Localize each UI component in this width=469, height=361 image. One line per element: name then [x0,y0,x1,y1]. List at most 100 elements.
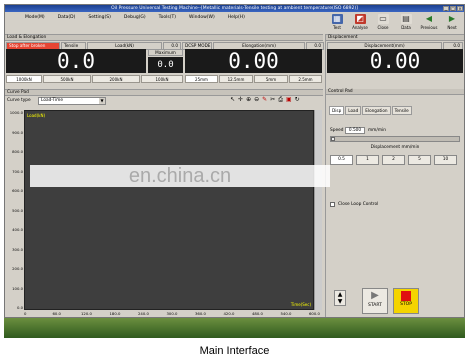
chevron-down-icon: ▼ [99,98,105,104]
disp-option-10[interactable]: 10 [434,155,457,165]
x-tick-label: 120.0 [81,311,92,316]
disp-option-5[interactable]: 5 [408,155,431,165]
y-tick-label: 1000.0 [9,110,23,115]
start-button[interactable]: ▶ START [362,288,388,314]
speed-unit: mm/min [368,128,386,133]
menu-tools[interactable]: Tools(T) [159,15,176,20]
curve-type-select[interactable]: Load-Time ▼ [38,97,106,105]
toolbar: ▦ Test ◩ Analyse ▭ Close ▤ Data ◀ Previous ▶ N… [327,12,462,34]
disp-option-2[interactable]: 2 [382,155,405,165]
up-down-arrows-icon: ▲ ▼ [337,291,343,305]
y-tick-label: 200.0 [12,266,23,271]
load-elongation-title: Load & Elongation [5,35,323,41]
toolbar-test-button[interactable]: ▦ Test [327,12,347,33]
curve-tools: ↖ ✛ ⊕ ⊖ ✎ ✂ ⎙ ▣ ↻ [230,96,300,104]
test-icon: ▦ [331,14,343,24]
elong-range-2-5[interactable]: 2.5mm [289,75,322,83]
tab-disp[interactable]: Disp [329,106,345,115]
y-tick-label: 600.0 [12,188,23,193]
cut-icon[interactable]: ✂ [270,96,275,104]
jog-button[interactable]: ▲ ▼ [334,290,346,306]
displacement-rate-label: Displacement mm/min [370,145,420,150]
y-tick-label: 500.0 [12,207,23,213]
curve-pad: Curve Pad Curve type Load-Time ▼ ↖ ✛ ⊕ ⊖… [5,89,323,317]
data-icon: ▤ [400,14,412,24]
close-loop-label: Close Loop Control [338,202,379,207]
toolbar-close-button[interactable]: ▭ Close [373,12,393,33]
play-icon: ▶ [371,290,379,301]
menu-mode[interactable]: Mode(M) [25,15,45,20]
zoom-out-icon[interactable]: ⊖ [254,96,259,104]
elong-range-25[interactable]: 25mm [185,75,218,83]
displacement-title: Displacement [326,35,464,41]
tab-elongation[interactable]: Elongation [362,106,391,115]
window-title: Oil Pressure Universal Testing Machine--… [111,6,358,11]
close-loop-checkbox[interactable] [330,202,335,207]
minimize-button[interactable]: _ [443,6,449,11]
x-tick-label: 300.0 [166,311,178,316]
analyse-icon: ◩ [354,14,366,24]
load-range-200[interactable]: 200kN [92,75,140,83]
elongation-display: 0.00 [185,49,322,73]
menu-bar: Mode(M) Data(D) Setting(S) Debug(G) Tool… [5,12,305,23]
toolbar-next-button[interactable]: ▶ Next [442,12,462,33]
y-tick-label: 100.0 [12,285,23,291]
x-tick-label: 420.0 [223,311,235,316]
tab-tensile[interactable]: Tensile [391,106,412,115]
export-icon[interactable]: ▣ [286,96,292,104]
speed-slider[interactable] [330,136,460,142]
arrow-left-icon: ◀ [425,14,433,23]
x-axis-label: Time(Sec) [290,302,311,307]
watermark: en.china.cn [30,165,330,187]
app-window: Oil Pressure Universal Testing Machine--… [4,4,465,318]
x-tick-label: 360.0 [195,311,206,316]
y-tick-label: 900.0 [12,129,23,135]
maximum-display: 0.0 [148,57,183,73]
elong-range-12-5[interactable]: 12.5mm [219,75,253,83]
menu-help[interactable]: Help(H) [228,15,245,20]
toolbar-data-button[interactable]: ▤ Data [396,12,416,33]
x-tick-label: 0 [24,311,27,316]
x-tick-label: 240.0 [138,311,149,316]
y-tick-label: 300.0 [12,246,23,252]
load-display: 0.0 [6,49,146,73]
refresh-icon[interactable]: ↻ [295,96,300,104]
displacement-display: 0.00 [327,49,463,73]
menu-window[interactable]: Window(W) [189,15,215,20]
vertical-scrollbar[interactable] [314,110,322,310]
stop-button[interactable]: STOP [393,288,419,314]
slider-thumb[interactable] [331,137,335,141]
background-grass [4,318,465,338]
pen-icon[interactable]: ✎ [262,96,267,104]
close-window-button[interactable]: × [457,6,463,11]
y-tick-label: 800.0 [12,149,23,154]
speed-label: Speed [330,128,344,133]
load-range-100[interactable]: 100kN [141,75,183,83]
load-range-500[interactable]: 500kN [43,75,91,83]
pointer-icon[interactable]: ↖ [230,96,235,104]
menu-debug[interactable]: Debug(G) [124,15,146,20]
zoom-in-icon[interactable]: ⊕ [246,96,251,104]
toolbar-previous-button[interactable]: ◀ Previous [419,12,439,33]
displacement-panel: Displacement Displacement(mm) 0.0 0.00 [325,34,464,89]
arrow-right-icon: ▶ [448,14,456,23]
tab-load[interactable]: Load [345,106,362,115]
maximize-button[interactable]: □ [450,6,456,11]
toolbar-analyse-button[interactable]: ◩ Analyse [350,12,370,33]
disp-option-1[interactable]: 1 [356,155,379,165]
maximum-label: Maximum [148,49,183,56]
load-range-1000[interactable]: 1000kN [6,75,42,83]
move-icon[interactable]: ✛ [238,96,243,104]
elong-range-5[interactable]: 5mm [254,75,288,83]
control-pad: Control Pad Disp Load Elongation Tensile Sp… [325,89,464,317]
x-tick-label: 480.0 [252,311,263,316]
x-tick-label: 180.0 [109,311,121,316]
x-tick-label: 600.0 [309,311,320,316]
disp-option-0-5[interactable]: 0.5 [330,155,353,165]
print-icon[interactable]: ⎙ [278,96,283,104]
caption: Main Interface [199,345,270,357]
curve-plot[interactable]: Load(kN) Time(Sec) [24,110,314,310]
speed-input[interactable]: 0.500 [345,127,365,134]
menu-setting[interactable]: Setting(S) [88,15,110,20]
menu-data[interactable]: Data(D) [58,15,76,20]
